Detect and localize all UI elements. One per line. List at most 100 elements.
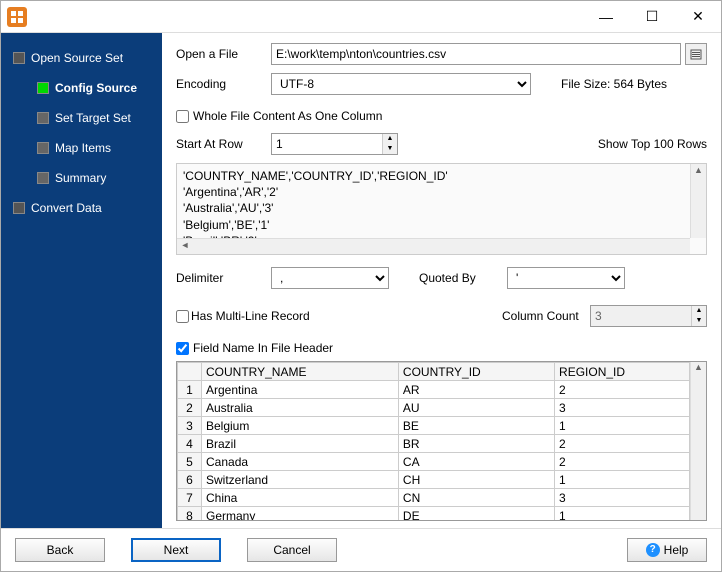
table-row[interactable]: 6SwitzerlandCH1 bbox=[178, 471, 690, 489]
quoted-by-select[interactable]: ' bbox=[507, 267, 625, 289]
file-size-label: File Size: 564 Bytes bbox=[561, 77, 667, 91]
table-cell[interactable]: 2 bbox=[555, 381, 690, 399]
preview-line: 'Australia','AU','3' bbox=[183, 200, 700, 216]
help-button[interactable]: ? Help bbox=[627, 538, 707, 562]
multiline-checkbox[interactable] bbox=[176, 310, 189, 323]
content-pane: Open a File Encoding UTF-8 File Size: 56… bbox=[162, 33, 721, 528]
sidebar-item-label: Convert Data bbox=[31, 201, 102, 215]
row-number: 2 bbox=[178, 399, 202, 417]
table-cell[interactable]: Switzerland bbox=[202, 471, 399, 489]
column-header[interactable]: COUNTRY_ID bbox=[398, 363, 554, 381]
table-cell[interactable]: 2 bbox=[555, 435, 690, 453]
column-count-label: Column Count bbox=[502, 309, 590, 323]
table-cell[interactable]: CA bbox=[398, 453, 554, 471]
table-cell[interactable]: BE bbox=[398, 417, 554, 435]
data-table-wrap: COUNTRY_NAMECOUNTRY_IDREGION_ID1Argentin… bbox=[176, 361, 707, 521]
row-number: 7 bbox=[178, 489, 202, 507]
table-cell[interactable]: 3 bbox=[555, 399, 690, 417]
table-cell[interactable]: 1 bbox=[555, 417, 690, 435]
table-cell[interactable]: China bbox=[202, 489, 399, 507]
sidebar-item-summary[interactable]: Summary bbox=[1, 163, 162, 193]
wizard-sidebar: Open Source Set Config Source Set Target S… bbox=[1, 33, 162, 528]
table-cell[interactable]: 2 bbox=[555, 453, 690, 471]
row-number: 1 bbox=[178, 381, 202, 399]
multiline-label: Has Multi-Line Record bbox=[191, 309, 310, 323]
table-cell[interactable]: Canada bbox=[202, 453, 399, 471]
back-button[interactable]: Back bbox=[15, 538, 105, 562]
sidebar-item-label: Config Source bbox=[55, 81, 137, 95]
table-row[interactable]: 8GermanyDE1 bbox=[178, 507, 690, 522]
browse-file-button[interactable] bbox=[685, 43, 707, 65]
table-cell[interactable]: CH bbox=[398, 471, 554, 489]
table-cell[interactable]: AU bbox=[398, 399, 554, 417]
file-path-input[interactable] bbox=[271, 43, 681, 65]
table-cell[interactable]: 1 bbox=[555, 507, 690, 522]
bullet-icon bbox=[37, 172, 49, 184]
table-row[interactable]: 3BelgiumBE1 bbox=[178, 417, 690, 435]
preview-line: 'COUNTRY_NAME','COUNTRY_ID','REGION_ID' bbox=[183, 168, 700, 184]
table-cell[interactable]: Germany bbox=[202, 507, 399, 522]
delimiter-label: Delimiter bbox=[176, 271, 271, 285]
field-header-label: Field Name In File Header bbox=[193, 341, 333, 355]
column-count-input bbox=[591, 306, 691, 326]
table-cell[interactable]: CN bbox=[398, 489, 554, 507]
table-row[interactable]: 1ArgentinaAR2 bbox=[178, 381, 690, 399]
table-scrollbar-v[interactable]: ▲ bbox=[690, 362, 706, 520]
spinner-down-icon[interactable]: ▼ bbox=[383, 144, 397, 154]
next-button[interactable]: Next bbox=[131, 538, 221, 562]
table-row[interactable]: 7ChinaCN3 bbox=[178, 489, 690, 507]
row-number: 5 bbox=[178, 453, 202, 471]
sidebar-item-open-source-set[interactable]: Open Source Set bbox=[1, 43, 162, 73]
delimiter-select[interactable]: , bbox=[271, 267, 389, 289]
minimize-button[interactable]: — bbox=[583, 1, 629, 33]
sidebar-item-set-target-set[interactable]: Set Target Set bbox=[1, 103, 162, 133]
table-cell[interactable]: DE bbox=[398, 507, 554, 522]
table-cell[interactable]: AR bbox=[398, 381, 554, 399]
show-top-rows-label: Show Top 100 Rows bbox=[598, 137, 707, 151]
whole-file-label: Whole File Content As One Column bbox=[193, 109, 382, 123]
column-count-spinner: ▲▼ bbox=[590, 305, 707, 327]
table-row[interactable]: 2AustraliaAU3 bbox=[178, 399, 690, 417]
row-number: 3 bbox=[178, 417, 202, 435]
sidebar-item-label: Set Target Set bbox=[55, 111, 131, 125]
spinner-up-icon[interactable]: ▲ bbox=[383, 134, 397, 144]
table-cell[interactable]: Belgium bbox=[202, 417, 399, 435]
sidebar-item-config-source[interactable]: Config Source bbox=[1, 73, 162, 103]
column-header[interactable]: COUNTRY_NAME bbox=[202, 363, 399, 381]
raw-preview: 'COUNTRY_NAME','COUNTRY_ID','REGION_ID' '… bbox=[176, 163, 707, 255]
row-number: 6 bbox=[178, 471, 202, 489]
column-header[interactable]: REGION_ID bbox=[555, 363, 690, 381]
sidebar-item-convert-data[interactable]: Convert Data bbox=[1, 193, 162, 223]
encoding-select[interactable]: UTF-8 bbox=[271, 73, 531, 95]
app-icon bbox=[7, 7, 27, 27]
cancel-button[interactable]: Cancel bbox=[247, 538, 337, 562]
start-row-spinner[interactable]: ▲▼ bbox=[271, 133, 398, 155]
table-cell[interactable]: Brazil bbox=[202, 435, 399, 453]
table-row[interactable]: 5CanadaCA2 bbox=[178, 453, 690, 471]
table-row[interactable]: 4BrazilBR2 bbox=[178, 435, 690, 453]
spinner-up-icon: ▲ bbox=[692, 306, 706, 316]
table-cell[interactable]: Argentina bbox=[202, 381, 399, 399]
start-row-input[interactable] bbox=[272, 134, 382, 154]
table-cell[interactable]: 1 bbox=[555, 471, 690, 489]
table-cell[interactable]: 3 bbox=[555, 489, 690, 507]
whole-file-checkbox[interactable] bbox=[176, 110, 189, 123]
preview-scrollbar-h[interactable]: ◄ bbox=[177, 238, 690, 254]
help-label: Help bbox=[664, 543, 689, 557]
encoding-label: Encoding bbox=[176, 77, 271, 91]
sidebar-item-label: Map Items bbox=[55, 141, 111, 155]
sidebar-item-label: Open Source Set bbox=[31, 51, 123, 65]
table-cell[interactable]: BR bbox=[398, 435, 554, 453]
table-cell[interactable]: Australia bbox=[202, 399, 399, 417]
bullet-icon bbox=[37, 112, 49, 124]
data-table: COUNTRY_NAMECOUNTRY_IDREGION_ID1Argentin… bbox=[177, 362, 690, 521]
bullet-icon bbox=[37, 142, 49, 154]
sidebar-item-map-items[interactable]: Map Items bbox=[1, 133, 162, 163]
maximize-button[interactable]: ☐ bbox=[629, 1, 675, 33]
close-button[interactable]: ✕ bbox=[675, 1, 721, 33]
sidebar-item-label: Summary bbox=[55, 171, 106, 185]
field-header-checkbox[interactable] bbox=[176, 342, 189, 355]
preview-scrollbar-v[interactable]: ▲ bbox=[690, 164, 706, 238]
bullet-icon bbox=[37, 82, 49, 94]
bullet-icon bbox=[13, 52, 25, 64]
